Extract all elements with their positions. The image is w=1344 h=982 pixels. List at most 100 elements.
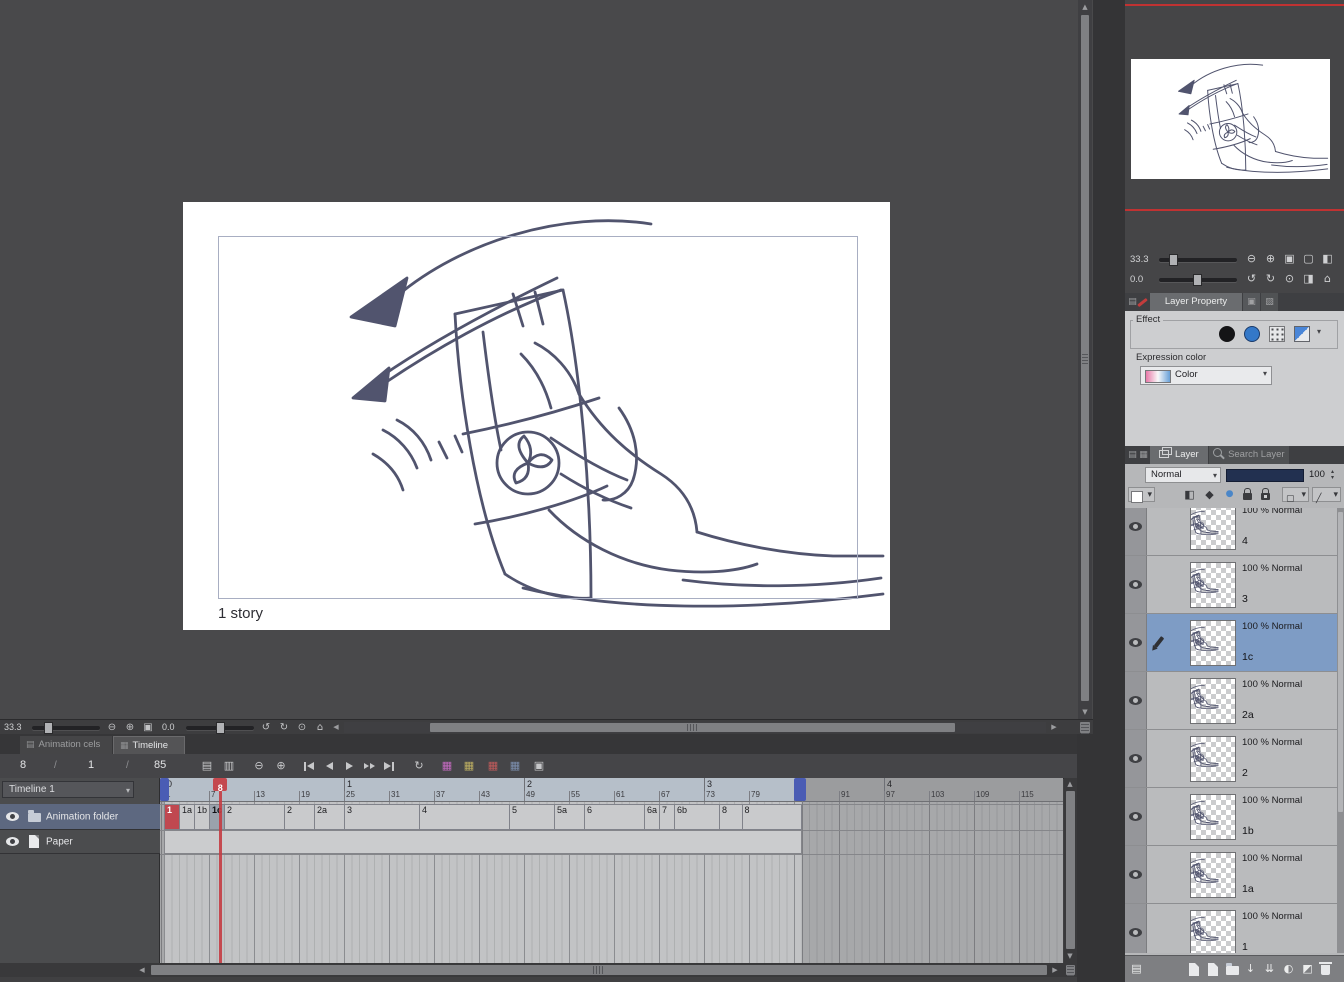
layer-color-chip-dropdown[interactable]: ▾ [1128, 487, 1155, 504]
timeline-cel[interactable]: 1b [194, 804, 209, 830]
navigator-rotation-slider[interactable] [1159, 274, 1237, 286]
previous-frame-button[interactable] [320, 758, 338, 774]
timeline-cel[interactable]: 6 [584, 804, 644, 830]
layer-row[interactable]: 100 % Normal 1c [1125, 614, 1337, 672]
timeline-cel[interactable]: 6b [674, 804, 719, 830]
timeline-cel[interactable]: 5 [509, 804, 554, 830]
scroll-left-icon[interactable]: ◀ [330, 721, 342, 733]
tab-timeline[interactable]: ▦ Timeline [113, 736, 185, 754]
layer-visible-eye-icon[interactable] [1129, 638, 1142, 647]
tab-stub-icon[interactable]: ▣ [1243, 293, 1260, 311]
timeline-vscroll-thumb[interactable] [1066, 791, 1075, 949]
tone-effect-icon[interactable] [1269, 326, 1285, 342]
timeline-hscroll-thumb[interactable] [151, 965, 1047, 975]
timeline-cel[interactable]: 5a [554, 804, 584, 830]
timeline-cel[interactable]: 8 [741, 804, 802, 830]
new-vector-layer-icon[interactable] [1208, 963, 1218, 976]
track-visible-eye-icon[interactable] [6, 837, 19, 846]
layer-visibility-cell[interactable] [1125, 672, 1147, 729]
tab-layer[interactable]: Layer [1150, 446, 1208, 464]
lock-layer-icon[interactable] [1243, 488, 1252, 500]
layer-visibility-cell[interactable] [1125, 508, 1147, 555]
scroll-right-icon[interactable]: ▶ [1049, 964, 1061, 976]
opacity-spin-down-icon[interactable]: ▾ [1328, 475, 1337, 481]
ruler-button[interactable]: ╱ ▾ [1312, 487, 1341, 504]
navigator-zoom-slider[interactable] [1159, 254, 1237, 266]
transfer-to-lower-icon[interactable]: ↓ [1242, 961, 1259, 977]
timeline-cel[interactable]: 2 [224, 804, 284, 830]
layer-visible-eye-icon[interactable] [1129, 928, 1142, 937]
scrollbar-corner-grip[interactable] [1066, 964, 1075, 976]
canvas-zoom-slider[interactable] [32, 722, 100, 734]
playhead-line[interactable] [218, 791, 222, 963]
panel-menu-icon[interactable]: ▤ [1128, 961, 1145, 977]
timeline-zoom-out-icon[interactable]: ⊖ [250, 758, 268, 774]
timeline-cel[interactable]: 3 [344, 804, 419, 830]
zoom-out-icon[interactable]: ⊖ [104, 721, 120, 734]
track-paper[interactable]: Paper [0, 830, 160, 854]
merge-to-lower-icon[interactable]: ⇊ [1261, 961, 1278, 977]
layer-row[interactable]: 100 % Normal 2a [1125, 672, 1337, 730]
create-layer-mask-icon[interactable]: ◐ [1280, 961, 1297, 977]
layer-row[interactable]: 100 % Normal 1 [1125, 904, 1337, 953]
tab-search-layer[interactable]: Search Layer [1209, 446, 1289, 464]
zoom-out-icon[interactable]: ⊖ [1243, 251, 1260, 267]
scroll-up-icon[interactable]: ▲ [1079, 1, 1091, 13]
chevron-down-icon[interactable]: ▾ [1317, 327, 1321, 336]
export-animation-icon[interactable]: ▦ [506, 758, 524, 774]
scroll-down-icon[interactable]: ▼ [1064, 950, 1076, 962]
scroll-right-icon[interactable]: ▶ [1048, 721, 1060, 733]
play-button[interactable] [340, 758, 358, 774]
timeline-cel[interactable]: 7 [659, 804, 674, 830]
scroll-down-icon[interactable]: ▼ [1079, 706, 1091, 718]
canvas-vscroll-thumb[interactable] [1081, 15, 1089, 701]
scrollbar-corner-grip[interactable] [1080, 721, 1090, 734]
zoom-in-icon[interactable]: ⊕ [1262, 251, 1279, 267]
panel-menu-icon[interactable]: ▤ [1127, 448, 1138, 462]
scroll-up-icon[interactable]: ▲ [1064, 778, 1076, 790]
timeline-selector-dropdown[interactable]: Timeline 1 ▾ [2, 781, 134, 798]
range-end-handle[interactable] [794, 778, 806, 801]
layer-visible-eye-icon[interactable] [1129, 754, 1142, 763]
show-animation-cels-icon[interactable]: ▤ [198, 758, 216, 774]
flip-horizontal-icon[interactable]: ◧ [1319, 251, 1336, 267]
timeline-cel[interactable]: 2a [314, 804, 344, 830]
extract-line-icon[interactable] [1244, 326, 1260, 342]
reset-rotation-icon[interactable]: ⊙ [1281, 271, 1298, 287]
timeline-cel[interactable]: 1 [164, 804, 179, 830]
navigator-preview[interactable] [1131, 59, 1330, 179]
reference-layer-icon[interactable]: ◆ [1201, 487, 1218, 502]
border-effect-icon[interactable] [1219, 326, 1235, 342]
navigator-rotation-slider-thumb[interactable] [1193, 274, 1202, 286]
layer-visible-eye-icon[interactable] [1129, 580, 1142, 589]
layer-visibility-cell[interactable] [1125, 614, 1147, 671]
rotate-ccw-icon[interactable]: ↺ [258, 721, 274, 734]
new-layer-folder-icon[interactable] [1226, 963, 1239, 975]
reset-display-icon[interactable]: ⌂ [1319, 271, 1336, 287]
range-start-handle[interactable] [160, 778, 169, 801]
layer-thumbnail[interactable] [1190, 736, 1236, 782]
panel-grid-icon[interactable]: ▦ [1138, 448, 1149, 462]
layer-thumbnail[interactable] [1190, 678, 1236, 724]
reset-rotation-icon[interactable]: ⊙ [294, 721, 310, 734]
canvas-zoom-slider-thumb[interactable] [44, 722, 53, 734]
rotate-cw-icon[interactable]: ↻ [276, 721, 292, 734]
playhead-marker[interactable]: 8 [213, 778, 228, 793]
clip-to-layer-below-icon[interactable]: ◧ [1181, 487, 1198, 502]
skip-to-start-button[interactable] [300, 758, 318, 774]
panel-menu-icon[interactable]: ▤ [1127, 295, 1138, 309]
layer-visible-eye-icon[interactable] [1129, 812, 1142, 821]
expression-color-dropdown[interactable]: Color ▾ [1140, 366, 1272, 385]
timeline-vscrollbar[interactable]: ▲ ▼ [1064, 778, 1077, 963]
layer-visibility-cell[interactable] [1125, 788, 1147, 845]
layer-visibility-cell[interactable] [1125, 556, 1147, 613]
new-animation-cel-icon[interactable]: ▦ [438, 758, 456, 774]
skip-to-end-button[interactable] [380, 758, 398, 774]
timeline-hscrollbar[interactable]: ◀ ▶ [0, 963, 1077, 977]
reset-display-icon[interactable]: ⌂ [312, 721, 328, 734]
layer-thumbnail[interactable] [1190, 562, 1236, 608]
layer-thumbnail[interactable] [1190, 910, 1236, 953]
next-frame-button[interactable] [360, 758, 378, 774]
navigator-zoom-slider-thumb[interactable] [1169, 254, 1178, 266]
canvas-vscrollbar[interactable]: ▲ ▼ [1078, 0, 1092, 719]
